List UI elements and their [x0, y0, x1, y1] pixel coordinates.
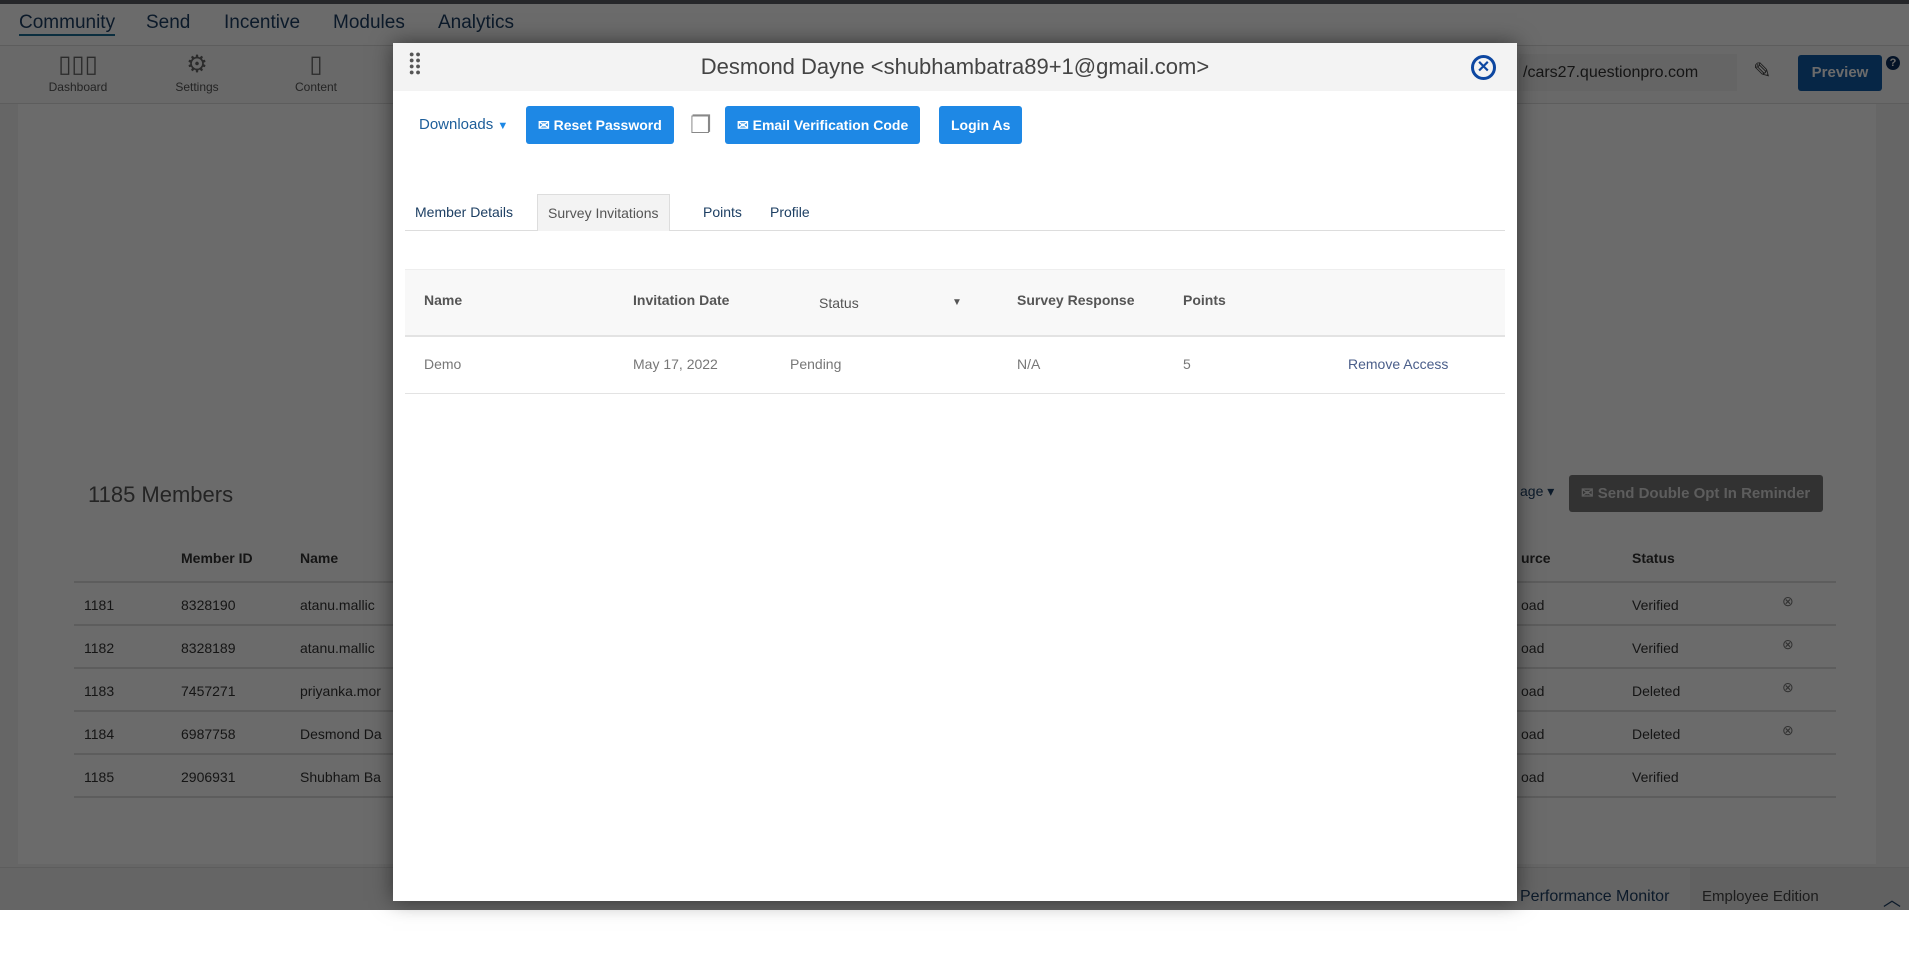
- member-dialog: ●● ●● ●● ●● Desmond Dayne <shubhambatra89+1…: [393, 43, 1517, 901]
- cell-name: Shubham Ba: [300, 769, 381, 785]
- cell-status: Verified: [1632, 769, 1679, 785]
- nav-community[interactable]: Community: [19, 12, 116, 36]
- tool-content[interactable]: ▯ Content: [271, 50, 361, 94]
- copy-icon[interactable]: ❐: [690, 111, 712, 140]
- col-points: Points: [1183, 292, 1226, 308]
- invitations-table-header: Name Invitation Date Status ▼ Survey Res…: [405, 269, 1505, 337]
- cell-source: oad: [1521, 683, 1545, 699]
- cell-response: N/A: [1017, 356, 1041, 372]
- nav-analytics[interactable]: Analytics: [438, 12, 514, 34]
- members-count: 1185 Members: [88, 482, 234, 507]
- reset-password-label: Reset Password: [553, 117, 662, 133]
- tab-member-details[interactable]: Member Details: [405, 194, 523, 231]
- cell-id: 7457271: [181, 683, 236, 699]
- cell-n: 1184: [84, 726, 115, 742]
- main-nav: Community Send Incentive Modules Analyti…: [0, 4, 1909, 46]
- per-page-label: age: [1520, 483, 1544, 499]
- col-invitation-date: Invitation Date: [633, 292, 730, 308]
- cell-id: 8328190: [181, 597, 236, 613]
- tool-label: Dashboard: [48, 80, 108, 94]
- tool-dashboard[interactable]: ▯▯▯ Dashboard: [33, 50, 123, 94]
- cell-name: atanu.mallic: [300, 597, 375, 613]
- cell-id: 6987758: [181, 726, 236, 742]
- chevron-up-icon[interactable]: ︿: [1883, 886, 1901, 910]
- status-filter[interactable]: Status: [819, 295, 859, 311]
- nav-incentive[interactable]: Incentive: [224, 12, 300, 34]
- cell-n: 1183: [84, 683, 115, 699]
- col-status[interactable]: Status: [1632, 550, 1675, 566]
- send-reminder-button[interactable]: ✉ Send Double Opt In Reminder: [1569, 475, 1823, 512]
- table-row: Demo May 17, 2022 Pending N/A 5 Remove A…: [405, 337, 1505, 394]
- document-icon: ▯: [309, 51, 323, 78]
- downloads-dropdown[interactable]: Downloads ▼: [419, 116, 508, 133]
- cell-status: Deleted: [1632, 726, 1681, 742]
- preview-button[interactable]: Preview: [1798, 55, 1882, 91]
- tool-label: Content: [294, 80, 338, 94]
- cell-name: priyanka.mor: [300, 683, 381, 699]
- cell-source: oad: [1521, 640, 1545, 656]
- envelope-icon: ✉: [1581, 485, 1598, 502]
- nav-send[interactable]: Send: [146, 12, 190, 34]
- login-as-button[interactable]: Login As: [939, 106, 1023, 144]
- remove-icon[interactable]: ⊗: [1782, 636, 1794, 653]
- cell-n: 1185: [84, 769, 115, 785]
- tool-label: Settings: [175, 80, 219, 94]
- col-survey-response: Survey Response: [1017, 292, 1135, 308]
- cell-status: Deleted: [1632, 683, 1681, 699]
- cell-source: oad: [1521, 769, 1545, 785]
- col-member-id[interactable]: Member ID: [181, 550, 253, 566]
- cell-n: 1182: [84, 640, 115, 656]
- caret-down-icon[interactable]: ▼: [952, 297, 962, 308]
- downloads-label: Downloads: [419, 116, 494, 133]
- tab-survey-invitations[interactable]: Survey Invitations: [537, 194, 670, 231]
- cell-id: 2906931: [181, 769, 236, 785]
- email-verification-label: Email Verification Code: [752, 117, 909, 133]
- cell-status: Verified: [1632, 597, 1679, 613]
- remove-icon[interactable]: ⊗: [1782, 593, 1794, 610]
- remove-access-link[interactable]: Remove Access: [1348, 356, 1448, 372]
- close-icon[interactable]: ✕: [1471, 55, 1496, 80]
- help-icon[interactable]: ?: [1886, 56, 1900, 70]
- tab-points[interactable]: Points: [693, 194, 752, 231]
- cell-points: 5: [1183, 356, 1191, 372]
- send-reminder-label: Send Double Opt In Reminder: [1597, 485, 1811, 502]
- col-name[interactable]: Name: [300, 550, 338, 566]
- dialog-tabs: Member Details Survey Invitations Points…: [405, 194, 1505, 231]
- bar-chart-icon: ▯▯▯: [58, 51, 98, 78]
- reset-password-button[interactable]: ✉ Reset Password: [526, 106, 674, 144]
- remove-icon[interactable]: ⊗: [1782, 679, 1794, 696]
- url-field[interactable]: /cars27.questionpro.com: [1519, 54, 1737, 91]
- cell-date: May 17, 2022: [633, 356, 718, 372]
- cell-name: atanu.mallic: [300, 640, 375, 656]
- cell-source: oad: [1521, 597, 1545, 613]
- per-page-dropdown[interactable]: age ▾: [1520, 483, 1554, 500]
- dialog-header: ●● ●● ●● ●● Desmond Dayne <shubhambatra89+1…: [393, 43, 1517, 91]
- edition-panel: Employee Edition ︿: [1690, 868, 1909, 910]
- cell-id: 8328189: [181, 640, 236, 656]
- tab-profile[interactable]: Profile: [760, 194, 820, 231]
- col-name: Name: [424, 292, 463, 308]
- cell-n: 1181: [84, 597, 115, 613]
- cell-name: Demo: [424, 356, 462, 372]
- remove-icon[interactable]: ⊗: [1782, 722, 1794, 739]
- email-verification-button[interactable]: ✉ Email Verification Code: [725, 106, 921, 144]
- cell-status: Verified: [1632, 640, 1679, 656]
- nav-modules[interactable]: Modules: [333, 12, 405, 34]
- pencil-icon[interactable]: ✎: [1753, 58, 1771, 84]
- cell-name: Desmond Da: [300, 726, 382, 742]
- dialog-title: Desmond Dayne <shubhambatra89+1@gmail.co…: [700, 54, 1210, 79]
- caret-down-icon: ▼: [497, 120, 509, 132]
- cell-source: oad: [1521, 726, 1545, 742]
- envelope-icon: ✉: [538, 117, 554, 133]
- cell-status: Pending: [790, 356, 842, 372]
- envelope-icon: ✉: [737, 117, 753, 133]
- employee-edition-label: Employee Edition: [1702, 888, 1819, 905]
- col-source[interactable]: urce: [1521, 550, 1551, 566]
- performance-monitor-link[interactable]: Performance Monitor: [1520, 888, 1669, 906]
- gear-icon: ⚙: [186, 51, 208, 78]
- tool-settings[interactable]: ⚙ Settings: [152, 50, 242, 94]
